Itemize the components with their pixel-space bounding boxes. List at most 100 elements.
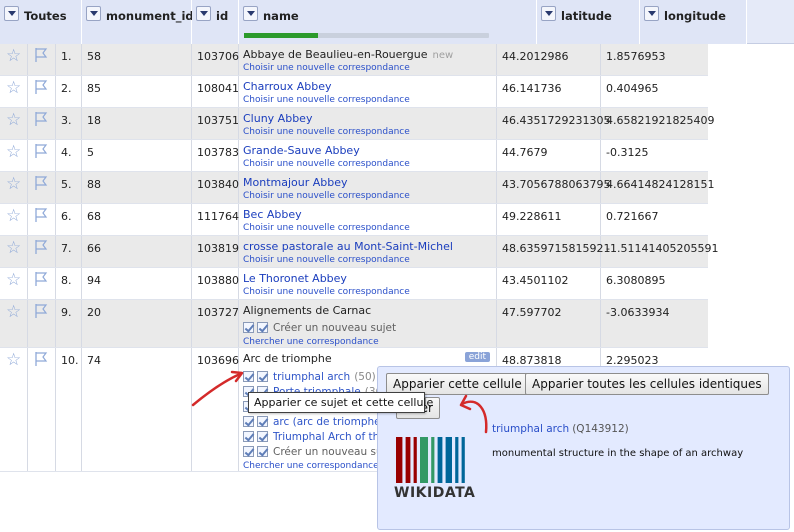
column-menu-arrow-icon[interactable] xyxy=(86,6,101,21)
cell-monument-id[interactable]: 85 xyxy=(82,76,192,107)
flag-cell[interactable] xyxy=(28,348,56,471)
cell-id[interactable]: 103880 xyxy=(192,268,239,299)
cell-longitude[interactable]: 4.66414824128151 xyxy=(601,172,714,203)
cell-id[interactable]: 103783 xyxy=(192,140,239,171)
flag-cell[interactable] xyxy=(28,268,56,299)
column-menu-arrow-icon[interactable] xyxy=(541,6,556,21)
flag-cell[interactable] xyxy=(28,172,56,203)
column-menu-arrow-icon[interactable] xyxy=(196,6,211,21)
star-icon[interactable]: ☆ xyxy=(6,144,21,161)
cell-longitude[interactable]: 6.3080895 xyxy=(601,268,708,299)
candidate-label[interactable]: triumphal arch xyxy=(273,371,350,383)
match-this-checkbox-icon[interactable] xyxy=(243,431,254,442)
star-icon[interactable]: ☆ xyxy=(6,240,21,257)
flag-cell[interactable] xyxy=(28,140,56,171)
cell-name[interactable]: Montmajour Abbey Choisir une nouvelle cor… xyxy=(239,172,497,203)
cell-longitude[interactable]: -0.3125 xyxy=(601,140,708,171)
choose-new-match-link[interactable]: Choisir une nouvelle correspondance xyxy=(243,127,496,137)
star-icon[interactable]: ☆ xyxy=(6,80,21,97)
cell-latitude[interactable]: 43.7056788063795 xyxy=(497,172,610,203)
create-new-item[interactable]: Créer un nouveau sujet xyxy=(243,320,496,335)
flag-icon[interactable] xyxy=(34,239,48,255)
column-header-id[interactable]: id xyxy=(192,0,239,44)
candidate-label[interactable]: Triumphal Arch of th xyxy=(273,431,379,443)
match-this-checkbox-icon[interactable] xyxy=(243,322,254,333)
cell-latitude[interactable]: 47.597702 xyxy=(497,300,601,347)
flag-icon[interactable] xyxy=(34,351,48,367)
cell-id[interactable]: 111764 xyxy=(192,204,239,235)
choose-new-match-link[interactable]: Choisir une nouvelle correspondance xyxy=(243,287,496,297)
star-icon[interactable]: ☆ xyxy=(6,208,21,225)
star-icon[interactable]: ☆ xyxy=(6,352,21,369)
cell-longitude[interactable]: 0.721667 xyxy=(601,204,708,235)
matched-entity-link[interactable]: Montmajour Abbey xyxy=(243,176,348,189)
match-all-checkbox-icon[interactable] xyxy=(257,371,268,382)
cell-latitude[interactable]: 46.141736 xyxy=(497,76,601,107)
column-header-longitude[interactable]: longitude xyxy=(640,0,747,44)
star-cell[interactable]: ☆ xyxy=(0,108,28,139)
cell-longitude[interactable]: 0.404965 xyxy=(601,76,708,107)
flag-cell[interactable] xyxy=(28,108,56,139)
star-cell[interactable]: ☆ xyxy=(0,140,28,171)
cell-latitude[interactable]: 46.4351729231305 xyxy=(497,108,610,139)
choose-new-match-link[interactable]: Choisir une nouvelle correspondance xyxy=(243,159,496,169)
star-cell[interactable]: ☆ xyxy=(0,236,28,267)
choose-new-match-link[interactable]: Choisir une nouvelle correspondance xyxy=(243,255,496,265)
cell-name[interactable]: Abbaye de Beaulieu-en-Rouergue new Choisir… xyxy=(239,44,497,75)
cell-longitude[interactable]: -1.51141405205591 xyxy=(601,236,718,267)
choose-new-match-link[interactable]: Choisir une nouvelle correspondance xyxy=(243,95,496,105)
cell-name[interactable]: Grande-Sauve Abbey Choisir une nouvelle c… xyxy=(239,140,497,171)
cell-name[interactable]: Cluny Abbey Choisir une nouvelle correspo… xyxy=(239,108,497,139)
cell-longitude[interactable]: 1.8576953 xyxy=(601,44,708,75)
matched-entity-link[interactable]: Grande-Sauve Abbey xyxy=(243,144,360,157)
column-header-all[interactable]: Toutes xyxy=(0,0,82,44)
cell-id[interactable]: 103696 xyxy=(192,348,239,471)
match-all-checkbox-icon[interactable] xyxy=(257,322,268,333)
column-header-monument-id[interactable]: monument_id xyxy=(82,0,194,44)
flag-icon[interactable] xyxy=(34,111,48,127)
matched-entity-link[interactable]: Le Thoronet Abbey xyxy=(243,272,347,285)
matched-entity-link[interactable]: Bec Abbey xyxy=(243,208,302,221)
flag-cell[interactable] xyxy=(28,300,56,347)
star-icon[interactable]: ☆ xyxy=(6,304,21,321)
cell-id[interactable]: 103751 xyxy=(192,108,239,139)
star-icon[interactable]: ☆ xyxy=(6,272,21,289)
cell-name[interactable]: Alignements de Carnac Créer un nouveau s… xyxy=(239,300,497,347)
star-icon[interactable]: ☆ xyxy=(6,176,21,193)
cell-longitude[interactable]: 4.65821921825409 xyxy=(601,108,714,139)
cell-latitude[interactable]: 44.2012986 xyxy=(497,44,601,75)
flag-cell[interactable] xyxy=(28,44,56,75)
flag-icon[interactable] xyxy=(34,47,48,63)
cell-monument-id[interactable]: 18 xyxy=(82,108,192,139)
search-match-link[interactable]: Chercher une correspondance xyxy=(243,337,496,347)
match-this-checkbox-icon[interactable] xyxy=(243,416,254,427)
cell-id[interactable]: 103727 xyxy=(192,300,239,347)
candidate-label[interactable]: Créer un nouveau su xyxy=(273,446,383,458)
cell-id[interactable]: 108041 xyxy=(192,76,239,107)
create-new-label[interactable]: Créer un nouveau sujet xyxy=(273,322,396,334)
cell-id[interactable]: 103706 xyxy=(192,44,239,75)
flag-cell[interactable] xyxy=(28,204,56,235)
cell-name[interactable]: crosse pastorale au Mont-Saint-Michel Cho… xyxy=(239,236,497,267)
cell-monument-id[interactable]: 68 xyxy=(82,204,192,235)
star-cell[interactable]: ☆ xyxy=(0,204,28,235)
match-all-checkbox-icon[interactable] xyxy=(257,446,268,457)
column-menu-arrow-icon[interactable] xyxy=(644,6,659,21)
star-cell[interactable]: ☆ xyxy=(0,172,28,203)
cell-latitude[interactable]: 48.6359715815921 xyxy=(497,236,610,267)
column-header-latitude[interactable]: latitude xyxy=(537,0,640,44)
flag-icon[interactable] xyxy=(34,79,48,95)
edit-button[interactable]: edit xyxy=(464,352,490,362)
match-all-checkbox-icon[interactable] xyxy=(257,416,268,427)
cell-name[interactable]: Charroux Abbey Choisir une nouvelle corre… xyxy=(239,76,497,107)
cell-monument-id[interactable]: 58 xyxy=(82,44,192,75)
flag-cell[interactable] xyxy=(28,236,56,267)
flag-icon[interactable] xyxy=(34,271,48,287)
flag-icon[interactable] xyxy=(34,175,48,191)
flag-cell[interactable] xyxy=(28,76,56,107)
cell-monument-id[interactable]: 66 xyxy=(82,236,192,267)
match-all-checkbox-icon[interactable] xyxy=(257,431,268,442)
candidate-label[interactable]: arc (arc de triomphe xyxy=(273,416,381,428)
flag-icon[interactable] xyxy=(34,207,48,223)
cell-monument-id[interactable]: 5 xyxy=(82,140,192,171)
